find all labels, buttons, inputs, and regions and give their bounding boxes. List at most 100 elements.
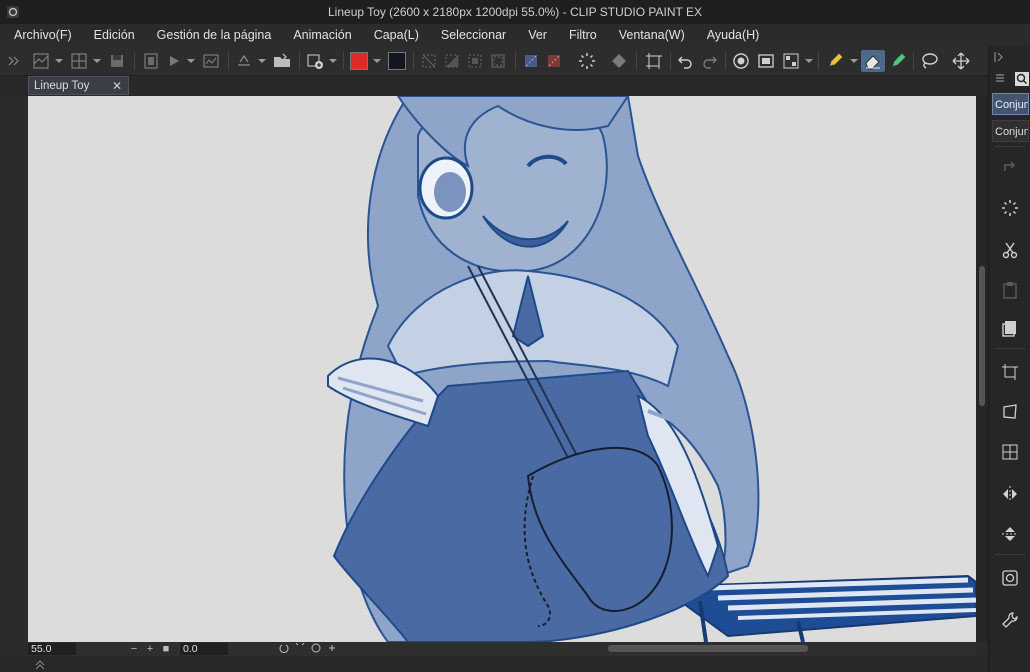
menu-edicion[interactable]: Edición: [83, 28, 146, 42]
toolbar-divider: [636, 52, 637, 70]
flip-icon[interactable]: [324, 643, 340, 656]
close-icon[interactable]: ✕: [112, 79, 122, 93]
toolbar-divider: [515, 52, 516, 70]
deselect-icon[interactable]: [418, 50, 440, 72]
dock-divider: [995, 348, 1025, 349]
vertical-scrollbar[interactable]: [976, 96, 988, 642]
toolbar-divider: [413, 52, 414, 70]
new-canvas-icon[interactable]: [30, 50, 52, 72]
wrench-icon[interactable]: [989, 604, 1030, 636]
free-transform-icon[interactable]: [989, 396, 1030, 428]
film-icon[interactable]: [754, 50, 778, 72]
rotate-left-icon[interactable]: [276, 643, 292, 656]
status-bar: 55.0 − + ■ 0.0: [28, 636, 976, 656]
flip-horizontal-icon[interactable]: [989, 478, 1030, 510]
layer-property-icon[interactable]: [989, 562, 1030, 594]
expand-selection-icon[interactable]: [464, 50, 486, 72]
crop-icon[interactable]: [641, 50, 667, 72]
clear-icon[interactable]: [520, 50, 542, 72]
reset-rotation-icon[interactable]: [308, 643, 324, 656]
dropdown-arrow-icon[interactable]: [327, 50, 339, 72]
toolbar-divider: [725, 52, 726, 70]
toolbar-divider: [343, 52, 344, 70]
dropdown-arrow-icon[interactable]: [53, 50, 65, 72]
pen-tool-icon[interactable]: [823, 50, 847, 72]
sub-color-swatch[interactable]: [386, 50, 408, 72]
invert-selection-icon[interactable]: [441, 50, 463, 72]
zoom-in-button[interactable]: +: [142, 643, 158, 655]
zoom-field[interactable]: 55.0: [28, 643, 76, 655]
fill-icon[interactable]: [574, 50, 600, 72]
shrink-selection-icon[interactable]: [487, 50, 509, 72]
app-icon: [7, 6, 19, 18]
crop-dock-icon[interactable]: [989, 356, 1030, 388]
menu-filtro[interactable]: Filtro: [558, 28, 608, 42]
title-bar: Lineup Toy (2600 x 2180px 1200dpi 55.0%)…: [0, 0, 1030, 24]
toolbar-divider: [913, 52, 914, 70]
animation-icon[interactable]: [140, 50, 162, 72]
rotate-right-icon[interactable]: [292, 636, 308, 656]
redo-arrow-icon[interactable]: [989, 150, 1030, 182]
menu-ayuda[interactable]: Ayuda(H): [696, 28, 771, 42]
toolbar-divider: [299, 52, 300, 70]
main-color-swatch[interactable]: [348, 50, 370, 72]
scissors-icon[interactable]: [989, 234, 1030, 266]
palette-tab-conjunto-2[interactable]: Conjunto: [992, 120, 1029, 142]
fit-button[interactable]: ■: [158, 643, 174, 655]
dock-divider: [995, 554, 1025, 555]
menu-ventana[interactable]: Ventana(W): [608, 28, 696, 42]
toolbar-divider: [670, 52, 671, 70]
bottom-strip: [0, 656, 988, 672]
dropdown-arrow-icon[interactable]: [185, 50, 197, 72]
green-pen-icon[interactable]: [886, 50, 910, 72]
dropdown-arrow-icon[interactable]: [803, 50, 815, 72]
horizontal-scroll-thumb[interactable]: [608, 645, 808, 652]
canvas[interactable]: [28, 96, 976, 642]
window-title: Lineup Toy (2600 x 2180px 1200dpi 55.0%)…: [328, 5, 702, 19]
document-tab-strip: Lineup Toy ✕: [0, 76, 988, 96]
play-icon[interactable]: [163, 50, 185, 72]
flip-vertical-icon[interactable]: [989, 518, 1030, 550]
menu-archivo[interactable]: Archivo(F): [0, 28, 83, 42]
copy-icon[interactable]: [989, 312, 1030, 344]
snap-icon[interactable]: [729, 50, 753, 72]
vertical-scroll-thumb[interactable]: [979, 266, 985, 406]
menu-gestion-pagina[interactable]: Gestión de la página: [146, 28, 283, 42]
toolbar-divider: [134, 52, 135, 70]
dropdown-arrow-icon[interactable]: [91, 50, 103, 72]
dropdown-arrow-icon[interactable]: [848, 50, 860, 72]
fill-bucket-icon[interactable]: [606, 50, 632, 72]
menu-capa[interactable]: Capa(L): [363, 28, 430, 42]
add-layer-icon[interactable]: [304, 50, 326, 72]
menu-animacion[interactable]: Animación: [282, 28, 362, 42]
clear-outside-icon[interactable]: [543, 50, 565, 72]
move-icon[interactable]: [948, 50, 974, 72]
menu-icon[interactable]: [994, 72, 1006, 84]
dropdown-arrow-icon[interactable]: [256, 50, 268, 72]
rotation-field[interactable]: 0.0: [180, 643, 228, 655]
lasso-icon[interactable]: [917, 50, 941, 72]
paste-icon[interactable]: [989, 274, 1030, 306]
document-tab[interactable]: Lineup Toy ✕: [28, 76, 129, 95]
open-folder-icon[interactable]: [270, 50, 294, 72]
eraser-tool-icon[interactable]: [861, 50, 885, 72]
zoom-out-button[interactable]: −: [126, 643, 142, 655]
menu-seleccionar[interactable]: Seleccionar: [430, 28, 517, 42]
collapse-left-icon[interactable]: [2, 50, 24, 72]
palette-tab-conjunto-1[interactable]: Conjunto: [992, 93, 1029, 115]
dropdown-arrow-icon[interactable]: [371, 50, 383, 72]
redo-icon[interactable]: [698, 50, 722, 72]
expand-up-icon[interactable]: [34, 658, 46, 670]
layout-icon[interactable]: [68, 50, 90, 72]
collapse-right-icon[interactable]: [993, 50, 1007, 64]
save-icon[interactable]: [106, 50, 128, 72]
undo-icon[interactable]: [673, 50, 697, 72]
grid-icon[interactable]: [779, 50, 803, 72]
fill-dots-icon[interactable]: [989, 192, 1030, 224]
timeline-icon[interactable]: [200, 50, 222, 72]
search-icon[interactable]: [1015, 72, 1029, 86]
menu-ver[interactable]: Ver: [517, 28, 558, 42]
import-icon[interactable]: [233, 50, 255, 72]
menu-bar: Archivo(F) Edición Gestión de la página …: [0, 24, 1030, 46]
mesh-transform-icon[interactable]: [989, 436, 1030, 468]
